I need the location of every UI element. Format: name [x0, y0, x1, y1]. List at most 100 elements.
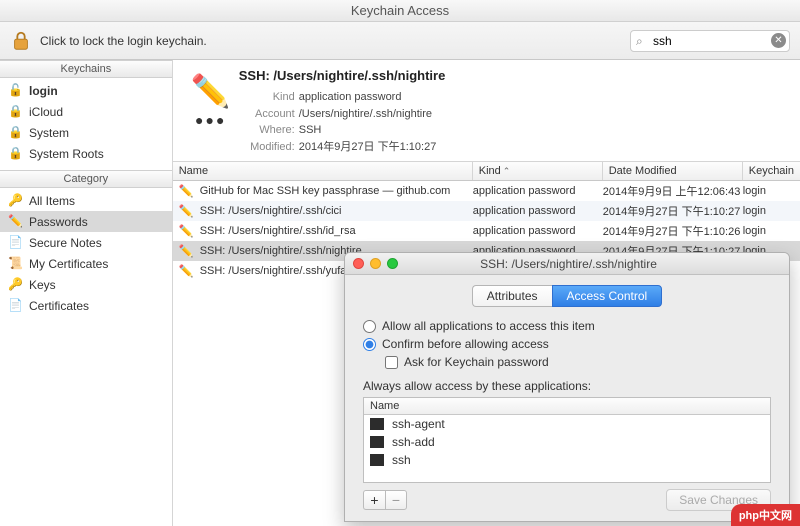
- sidebar-item-all-items[interactable]: 🔑All Items: [0, 190, 172, 211]
- row-name: SSH: /Users/nightire/.ssh/yufan: [200, 265, 353, 277]
- sidebar-item-label: Secure Notes: [29, 236, 102, 250]
- lock-icon[interactable]: [10, 30, 32, 52]
- sidebar-item-label: All Items: [29, 194, 75, 208]
- radio-confirm[interactable]: Confirm before allowing access: [363, 337, 771, 351]
- pencil-icon: ✏️: [179, 244, 194, 258]
- account-label: Account: [239, 106, 295, 123]
- app-row[interactable]: ssh: [364, 451, 770, 469]
- allow-list-label: Always allow access by these application…: [363, 379, 771, 393]
- add-app-button[interactable]: +: [363, 490, 385, 510]
- sidebar-item-label: Passwords: [29, 215, 88, 229]
- lock-icon: 🔒: [8, 104, 23, 119]
- dialog-title: SSH: /Users/nightire/.ssh/nightire: [398, 257, 789, 271]
- table-row[interactable]: ✏️ GitHub for Mac SSH key passphrase — gi…: [173, 181, 800, 201]
- tab-attributes[interactable]: Attributes: [472, 285, 552, 307]
- detail-title: SSH: /Users/nightire/.ssh/nightire: [239, 68, 446, 83]
- sidebar-item-label: Keys: [29, 278, 56, 292]
- minimize-button[interactable]: [370, 258, 381, 269]
- sidebar-item-passwords[interactable]: ✏️ Passwords: [0, 211, 172, 232]
- pencil-icon: ✏️: [183, 72, 239, 110]
- sidebar-item-icloud[interactable]: 🔒 iCloud: [0, 101, 172, 122]
- row-date: 2014年9月9日 上午12:06:43: [603, 183, 743, 199]
- pencil-icon: ✏️: [179, 204, 194, 218]
- lock-hint: Click to lock the login keychain.: [40, 34, 207, 48]
- traffic-lights: [345, 258, 398, 269]
- pencil-icon: ✏️: [179, 224, 194, 238]
- pencil-icon: ✏️: [179, 184, 194, 198]
- sidebar-item-keys[interactable]: 🔑 Keys: [0, 274, 172, 295]
- row-name: SSH: /Users/nightire/.ssh/cici: [200, 205, 342, 217]
- dialog-body: Allow all applications to access this it…: [345, 319, 789, 511]
- row-name: SSH: /Users/nightire/.ssh/id_rsa: [200, 225, 356, 237]
- zoom-button[interactable]: [387, 258, 398, 269]
- tab-access-control[interactable]: Access Control: [552, 285, 663, 307]
- th-date[interactable]: Date Modified: [603, 162, 743, 180]
- row-date: 2014年9月27日 下午1:10:26: [603, 223, 743, 239]
- sidebar-item-label: My Certificates: [29, 257, 108, 271]
- row-keychain: login: [743, 225, 800, 237]
- radio-allow-all[interactable]: Allow all applications to access this it…: [363, 319, 771, 333]
- sidebar: Keychains 🔓login 🔒 iCloud 🔒 System 🔒 System…: [0, 60, 173, 526]
- sidebar-item-my-certificates[interactable]: 📜My Certificates: [0, 253, 172, 274]
- remove-app-button[interactable]: −: [385, 490, 407, 510]
- terminal-icon: [370, 418, 384, 430]
- row-date: 2014年9月27日 下午1:10:27: [603, 203, 743, 219]
- row-kind: application password: [473, 205, 603, 217]
- app-name: ssh: [392, 453, 411, 467]
- sidebar-item-system[interactable]: 🔒 System: [0, 122, 172, 143]
- row-name: SSH: /Users/nightire/.ssh/nightire: [200, 245, 362, 257]
- folder-icon: 🔒: [8, 146, 23, 161]
- dialog-footer: + − Save Changes: [363, 489, 771, 511]
- app-row[interactable]: ssh-add: [364, 433, 770, 451]
- note-icon: 📄: [8, 235, 23, 250]
- sidebar-item-label: System Roots: [29, 147, 104, 161]
- table-row[interactable]: ✏️ SSH: /Users/nightire/.ssh/cici applicat…: [173, 201, 800, 221]
- keychains-list: 🔓login 🔒 iCloud 🔒 System 🔒 System Roots: [0, 78, 172, 170]
- window-title: Keychain Access: [351, 3, 449, 18]
- sidebar-item-system-roots[interactable]: 🔒 System Roots: [0, 143, 172, 164]
- key-icon: 🔑: [8, 277, 23, 292]
- terminal-icon: [370, 454, 384, 466]
- pencil-icon: ✏️: [8, 214, 23, 229]
- th-kind[interactable]: Kind⌃: [473, 162, 603, 180]
- kind-value: application password: [299, 91, 402, 103]
- checkbox-ask-password[interactable]: Ask for Keychain password: [385, 355, 771, 369]
- access-control-dialog: SSH: /Users/nightire/.ssh/nightire Attri…: [344, 252, 790, 522]
- row-name: GitHub for Mac SSH key passphrase — gith…: [200, 185, 451, 197]
- th-name[interactable]: Name: [173, 162, 473, 180]
- sidebar-item-secure-notes[interactable]: 📄 Secure Notes: [0, 232, 172, 253]
- sidebar-item-label: System: [29, 126, 69, 140]
- watermark: php中文网: [731, 504, 800, 526]
- search-icon: ⌕: [636, 34, 643, 49]
- lock-icon: 🔒: [8, 125, 23, 140]
- keychains-header: Keychains: [0, 60, 172, 78]
- category-list: 🔑All Items ✏️Passwords 📄Secure Notes 📜My…: [0, 188, 172, 322]
- window-titlebar: Keychain Access: [0, 0, 800, 22]
- table-row[interactable]: ✏️SSH: /Users/nightire/.ssh/id_rsaapplic…: [173, 221, 800, 241]
- detail-icon: ✏️ ●●●: [183, 68, 239, 155]
- sidebar-item-certificates[interactable]: 📄Certificates: [0, 295, 172, 316]
- app-list[interactable]: Name ssh-agentssh-add ssh: [363, 397, 771, 483]
- table-header: Name Kind⌃ Date Modified Keychain: [173, 162, 800, 181]
- app-row[interactable]: ssh-agent: [364, 415, 770, 433]
- where-label: Where:: [239, 122, 295, 139]
- radio-confirm-input[interactable]: [363, 338, 376, 351]
- search-field[interactable]: ⌕ ✕: [630, 30, 790, 52]
- modified-label: Modified:: [239, 139, 295, 156]
- clear-search-icon[interactable]: ✕: [771, 33, 786, 48]
- th-keychain[interactable]: Keychain: [743, 162, 800, 180]
- checkbox-ask-password-input[interactable]: [385, 356, 398, 369]
- sidebar-item-login[interactable]: 🔓login: [0, 80, 172, 101]
- app-list-header: Name: [364, 398, 770, 415]
- sidebar-item-label: iCloud: [29, 105, 63, 119]
- radio-allow-all-input[interactable]: [363, 320, 376, 333]
- row-kind: application password: [473, 185, 603, 197]
- dialog-titlebar[interactable]: SSH: /Users/nightire/.ssh/nightire: [345, 253, 789, 275]
- password-dots-icon: ●●●: [183, 112, 239, 128]
- category-header: Category: [0, 170, 172, 188]
- dialog-tabs: Attributes Access Control: [345, 285, 789, 307]
- close-button[interactable]: [353, 258, 364, 269]
- search-input[interactable]: [630, 30, 790, 52]
- modified-value: 2014年9月27日 下午1:10:27: [299, 141, 437, 153]
- item-detail: ✏️ ●●● SSH: /Users/nightire/.ssh/nightir…: [173, 60, 800, 162]
